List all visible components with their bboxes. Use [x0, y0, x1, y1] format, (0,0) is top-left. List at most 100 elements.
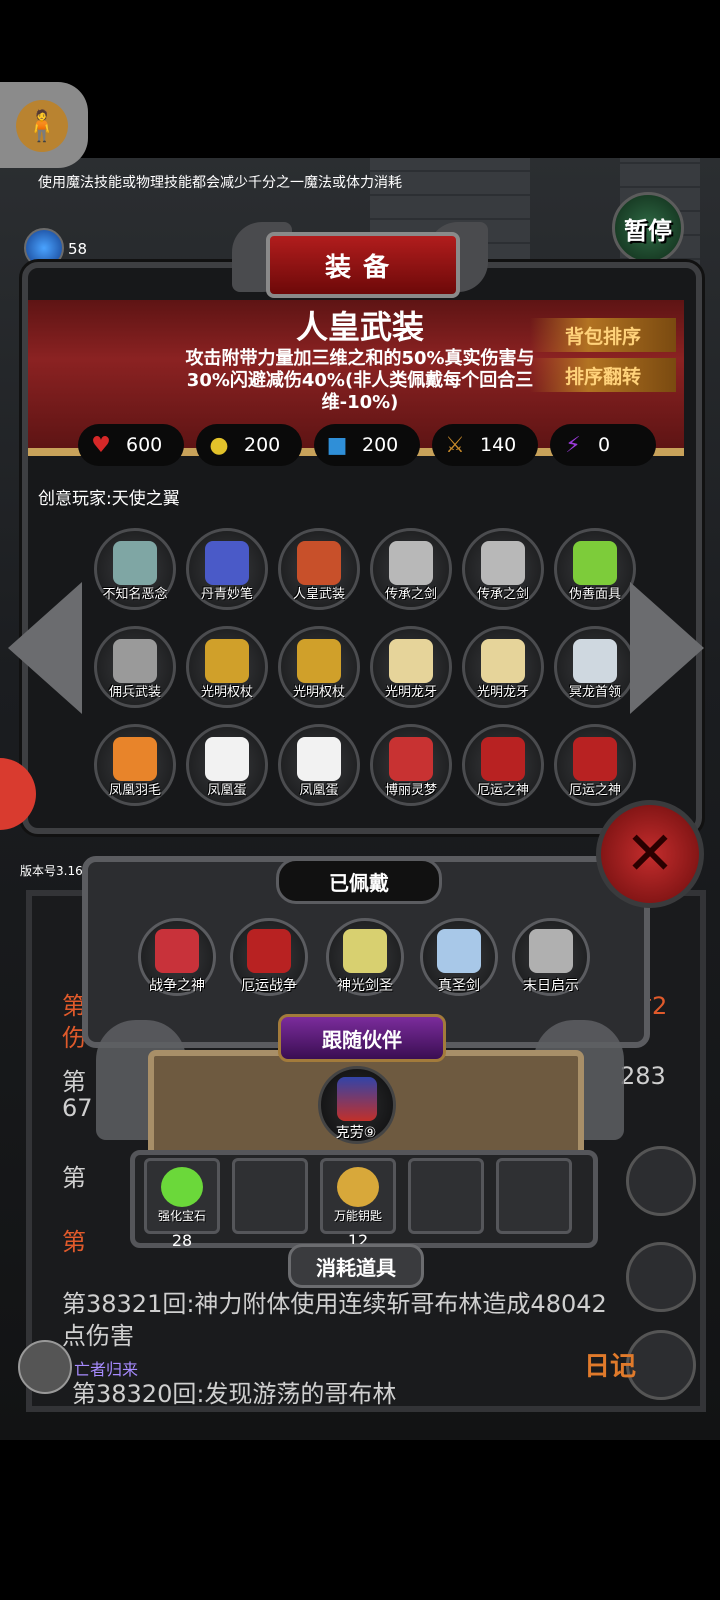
- item-sprite: [247, 929, 291, 973]
- consumable-slot[interactable]: 万能钥匙 12: [320, 1158, 396, 1250]
- log-line: 第: [62, 1228, 86, 1256]
- item-count: 28: [171, 1231, 193, 1250]
- consumable-slot[interactable]: [496, 1158, 572, 1234]
- equipment-item[interactable]: 光明权杖: [186, 626, 268, 708]
- item-label: 传承之剑: [384, 587, 437, 602]
- heart-icon: ♥: [91, 432, 111, 458]
- equipment-item[interactable]: 博丽灵梦: [370, 724, 452, 806]
- equipment-item[interactable]: 厄运之神: [462, 724, 544, 806]
- equipment-item[interactable]: 凤凰蛋: [278, 724, 360, 806]
- next-page-arrow-icon[interactable]: [630, 582, 704, 714]
- item-label: 传承之剑: [476, 587, 529, 602]
- equipment-item[interactable]: 传承之剑: [462, 528, 544, 610]
- equipped-item[interactable]: 战争之神: [138, 918, 216, 996]
- item-label: 光明龙牙: [476, 685, 529, 700]
- item-sprite: [343, 929, 387, 973]
- prev-page-arrow-icon[interactable]: [8, 582, 82, 714]
- consumable-slot[interactable]: [408, 1158, 484, 1234]
- companion-portrait: [337, 1077, 377, 1121]
- item-sprite: [205, 737, 249, 781]
- knight-helmet-icon[interactable]: [626, 1146, 696, 1216]
- consumable-slot[interactable]: 强化宝石 28: [144, 1158, 220, 1250]
- consumables-title: 消耗道具: [288, 1244, 424, 1288]
- equipment-item[interactable]: 光明龙牙: [462, 626, 544, 708]
- equipment-item[interactable]: 传承之剑: [370, 528, 452, 610]
- item-label: 战争之神: [149, 978, 205, 994]
- item-label: 末日启示: [523, 978, 579, 994]
- item-sprite: [249, 1167, 291, 1207]
- equipped-title: 已佩戴: [276, 858, 442, 904]
- accessibility-button[interactable]: 🧍: [0, 82, 88, 168]
- consumable-slot[interactable]: [232, 1158, 308, 1234]
- pause-button[interactable]: 暂停: [612, 192, 684, 264]
- item-sprite: [155, 929, 199, 973]
- item-label: 凤凰羽毛: [108, 783, 161, 798]
- item-label: 博丽灵梦: [384, 783, 437, 798]
- item-sprite: [297, 541, 341, 585]
- item-label: 不知名恶念: [102, 587, 168, 602]
- item-label: 人皇武装: [292, 587, 345, 602]
- equipped-item[interactable]: 末日启示: [512, 918, 590, 996]
- tavern-mug-icon[interactable]: [626, 1242, 696, 1312]
- log-line: 第: [62, 1164, 86, 1192]
- strength-icon: ●: [209, 432, 229, 458]
- log-line: 283: [620, 1062, 666, 1090]
- equipped-item[interactable]: 真圣剑: [420, 918, 498, 996]
- item-sprite: [297, 737, 341, 781]
- companion-name: 克劳⑨: [335, 1125, 377, 1141]
- item-label: 万能钥匙: [333, 1209, 382, 1223]
- equipment-item[interactable]: 冥龙首领: [554, 626, 636, 708]
- close-button[interactable]: ✕: [596, 800, 704, 908]
- item-sprite: [389, 541, 433, 585]
- lightning-icon: ⚡: [565, 432, 581, 458]
- item-sprite: [389, 737, 433, 781]
- stat-value: 200: [362, 434, 399, 456]
- equipment-item[interactable]: 凤凰蛋: [186, 724, 268, 806]
- item-label: 伪善面具: [568, 587, 621, 602]
- item-label: 丹青妙笔: [200, 587, 253, 602]
- item-sprite: [297, 639, 341, 683]
- equipment-item[interactable]: 厄运之神: [554, 724, 636, 806]
- item-sprite: [425, 1167, 467, 1207]
- accessibility-icon: 🧍: [16, 100, 68, 152]
- reverse-sort-button[interactable]: 排序翻转: [530, 358, 676, 392]
- item-sprite: [529, 929, 573, 973]
- sort-bag-button[interactable]: 背包排序: [530, 318, 676, 352]
- equipped-item[interactable]: 神光剑圣: [326, 918, 404, 996]
- equipment-item[interactable]: 丹青妙笔: [186, 528, 268, 610]
- item-sprite: [337, 1167, 379, 1207]
- diary-book-icon[interactable]: [626, 1330, 696, 1400]
- item-label: 佣兵武装: [108, 685, 161, 700]
- equipment-item[interactable]: 光明权杖: [278, 626, 360, 708]
- item-description: 攻击附带力量加三维之和的50%真实伤害与30%闪避减伤40%(非人类佩戴每个回合…: [185, 348, 535, 413]
- player-avatar[interactable]: [18, 1340, 72, 1394]
- stat-agility: ■ 200: [314, 424, 420, 466]
- version-label: 版本号3.16: [20, 864, 83, 878]
- stat-attack: ⚔ 140: [432, 424, 538, 466]
- log-line: 点伤害: [62, 1322, 134, 1350]
- item-sprite: [161, 1167, 203, 1207]
- player-name: 亡者归来: [74, 1360, 139, 1379]
- item-sprite: [113, 737, 157, 781]
- equipment-item[interactable]: 凤凰羽毛: [94, 724, 176, 806]
- log-line: 第38321回:神力附体使用连续斩哥布林造成48042: [62, 1290, 607, 1318]
- equipment-item[interactable]: 人皇武装: [278, 528, 360, 610]
- stat-value: 140: [480, 434, 517, 456]
- item-sprite: [205, 541, 249, 585]
- item-sprite: [513, 1167, 555, 1207]
- item-label: 厄运之神: [568, 783, 621, 798]
- item-sprite: [389, 639, 433, 683]
- equipped-item[interactable]: 厄运战争: [230, 918, 308, 996]
- equipment-item[interactable]: 光明龙牙: [370, 626, 452, 708]
- item-sprite: [481, 541, 525, 585]
- item-label: 凤凰蛋: [207, 783, 247, 798]
- stat-hp: ♥ 600: [78, 424, 184, 466]
- panel-title: 装备: [266, 232, 460, 298]
- item-label: 神光剑圣: [337, 978, 393, 994]
- item-label: 厄运战争: [241, 978, 297, 994]
- equipment-item[interactable]: 伪善面具: [554, 528, 636, 610]
- log-line: 67: [62, 1094, 93, 1122]
- stat-magic: ⚡ 0: [550, 424, 656, 466]
- equipment-item[interactable]: 佣兵武装: [94, 626, 176, 708]
- equipment-item[interactable]: 不知名恶念: [94, 528, 176, 610]
